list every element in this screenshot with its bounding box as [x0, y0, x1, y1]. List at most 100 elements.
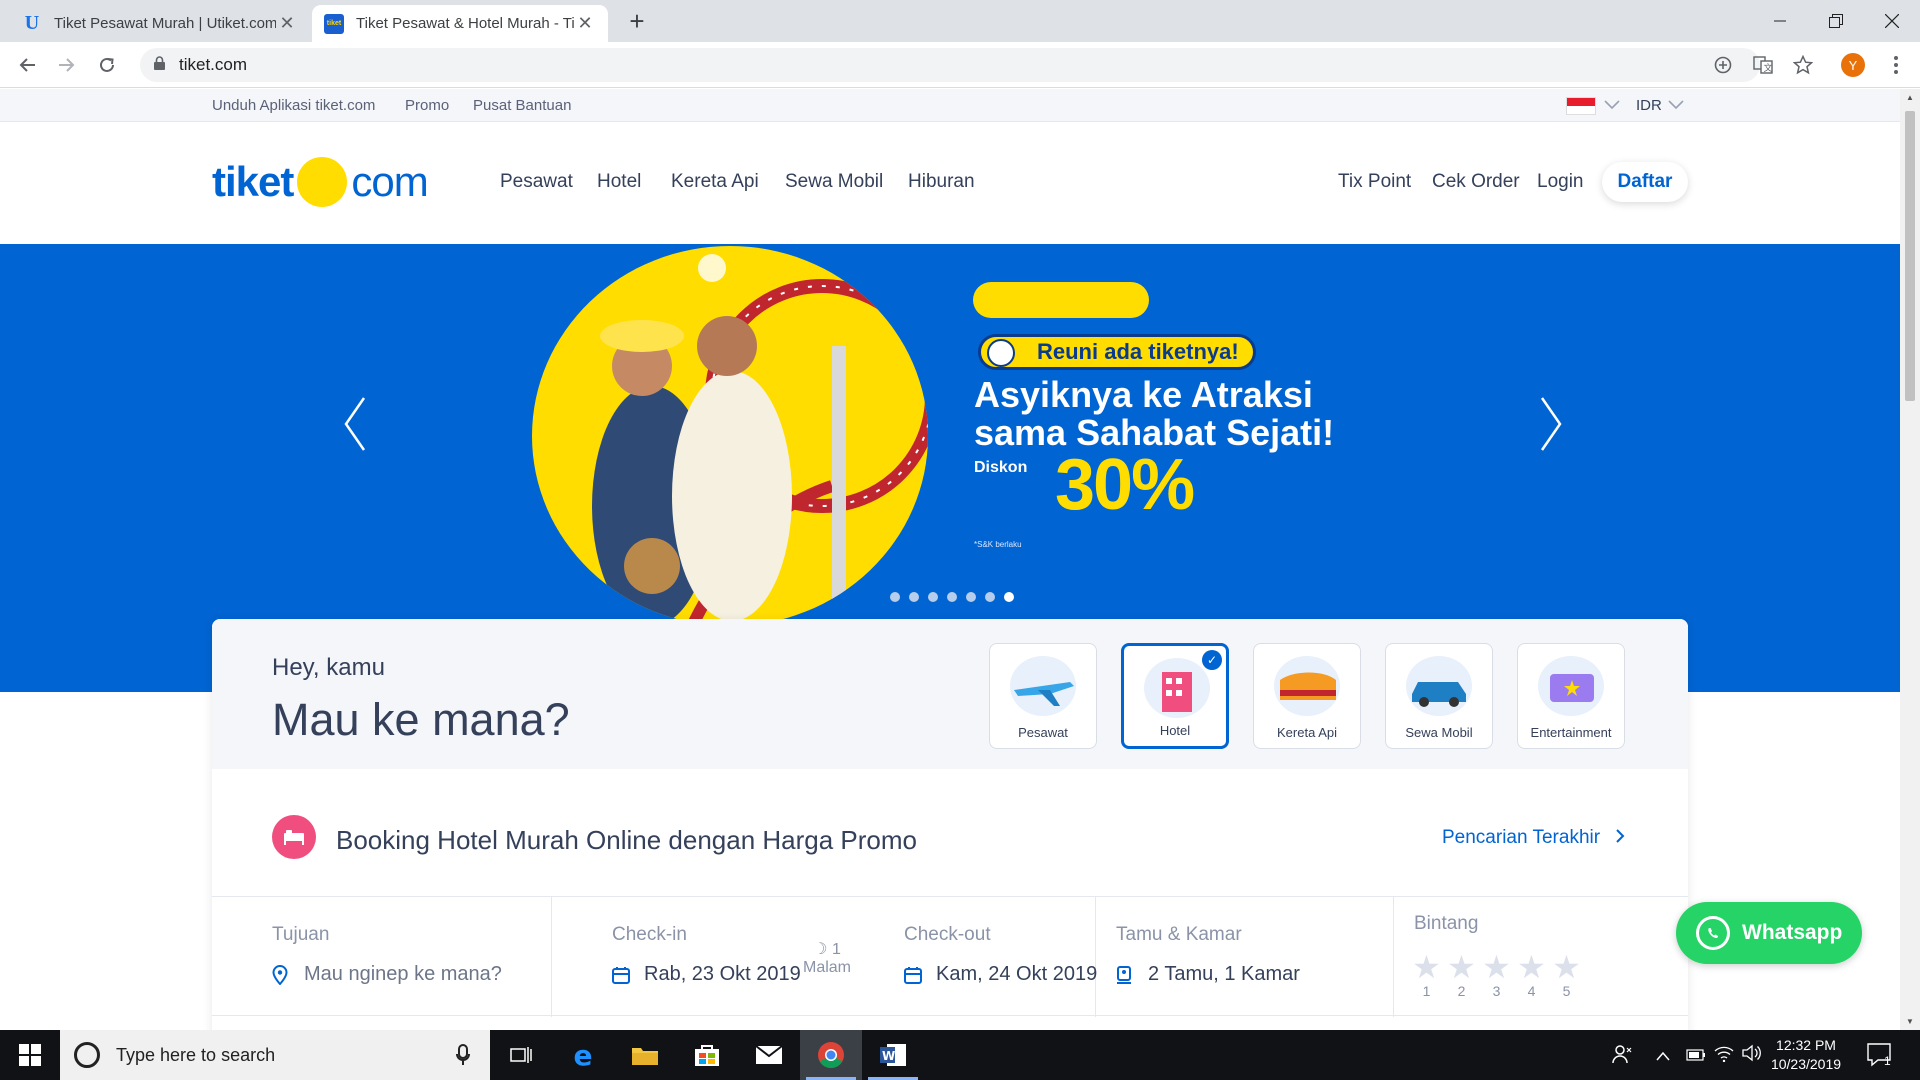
clock-date: 10/23/2019 — [1770, 1056, 1842, 1072]
tab-utiket[interactable]: U Tiket Pesawat Murah | Utiket.com ✕ — [10, 5, 310, 42]
folder-icon — [632, 1048, 658, 1065]
install-icon[interactable] — [1708, 50, 1738, 80]
people-icon[interactable] — [1612, 1044, 1632, 1067]
chrome-app[interactable] — [800, 1030, 862, 1080]
reload-button[interactable] — [92, 50, 122, 80]
scroll-up-arrow-icon[interactable]: ▲ — [1905, 93, 1915, 102]
edge-app[interactable]: e — [552, 1030, 614, 1080]
whatsapp-label: Whatsapp — [1742, 921, 1843, 944]
task-view-button[interactable] — [490, 1030, 552, 1080]
carousel-dot[interactable] — [985, 592, 995, 602]
product-sewa-mobil[interactable]: Sewa Mobil — [1385, 643, 1493, 749]
nav-hotel[interactable]: Hotel — [597, 171, 641, 193]
wifi-icon[interactable] — [1714, 1044, 1734, 1065]
help-center-link[interactable]: Pusat Bantuan — [473, 97, 571, 114]
terms-note: *S&K berlaku — [974, 540, 1022, 549]
word-app[interactable]: W — [862, 1030, 924, 1080]
hotel-search-fields: Tujuan Mau nginep ke mana? Check-in Rab,… — [212, 896, 1688, 1017]
language-chevron-icon[interactable] — [1604, 97, 1620, 114]
star-option-5[interactable]: ★ 5 — [1552, 951, 1581, 999]
star-icon: ★ — [1447, 949, 1476, 985]
new-tab-button[interactable]: + — [622, 6, 652, 36]
star-option-4[interactable]: ★ 4 — [1517, 951, 1546, 999]
nights-value: 1 — [831, 941, 841, 958]
star-option-1[interactable]: ★ 1 — [1412, 951, 1441, 999]
guests-field[interactable]: Tamu & Kamar 2 Tamu, 1 Kamar — [1096, 897, 1394, 1017]
file-explorer-app[interactable] — [614, 1030, 676, 1080]
product-entertainment[interactable]: Entertainment — [1517, 643, 1625, 749]
microphone-icon[interactable] — [456, 1044, 470, 1071]
hero-illustration[interactable] — [532, 246, 928, 626]
close-tab-icon[interactable]: ✕ — [276, 13, 298, 34]
carousel-dot[interactable] — [966, 592, 976, 602]
tiket-logo[interactable]: tiket com — [212, 156, 429, 208]
search-question: Mau ke mana? — [272, 694, 570, 745]
chevron-right-icon — [1615, 827, 1625, 848]
taskbar-clock[interactable]: 12:32 PM 10/23/2019 — [1764, 1036, 1848, 1074]
star-option-2[interactable]: ★ 2 — [1447, 951, 1476, 999]
bookmark-star-icon[interactable] — [1788, 50, 1818, 80]
carousel-dot[interactable] — [890, 592, 900, 602]
currency-chevron-icon[interactable] — [1668, 97, 1684, 114]
page-scrollbar[interactable]: ▲ ▼ — [1900, 89, 1920, 1030]
carousel-dot[interactable] — [947, 592, 957, 602]
restore-button[interactable] — [1808, 0, 1864, 42]
show-hidden-icons-chevron-icon[interactable] — [1656, 1048, 1670, 1064]
action-center-button[interactable]: 1 — [1866, 1042, 1894, 1068]
translate-icon[interactable]: 文 — [1748, 50, 1778, 80]
store-bag-icon — [695, 1045, 719, 1066]
tix-point-link[interactable]: Tix Point — [1338, 171, 1411, 193]
svg-text:W: W — [882, 1049, 895, 1063]
task-view-icon — [510, 1047, 532, 1063]
volume-icon[interactable] — [1742, 1044, 1762, 1065]
checkout-value-wrap[interactable]: Kam, 24 Okt 2019 — [904, 963, 1097, 986]
product-hotel[interactable]: ✓ Hotel — [1121, 643, 1229, 749]
star-option-3[interactable]: ★ 3 — [1482, 951, 1511, 999]
profile-avatar[interactable]: Y — [1841, 53, 1865, 77]
train-icon — [1274, 656, 1340, 716]
forward-button[interactable] — [52, 50, 82, 80]
back-button[interactable] — [12, 50, 42, 80]
store-app[interactable] — [676, 1030, 738, 1080]
carousel-prev-button[interactable] — [340, 394, 370, 454]
nav-pesawat[interactable]: Pesawat — [500, 171, 573, 193]
register-button[interactable]: Daftar — [1602, 162, 1688, 202]
product-pesawat[interactable]: Pesawat — [989, 643, 1097, 749]
product-kereta-api[interactable]: Kereta Api — [1253, 643, 1361, 749]
cek-order-link[interactable]: Cek Order — [1432, 171, 1520, 193]
scroll-down-arrow-icon[interactable]: ▼ — [1905, 1017, 1915, 1026]
promo-link[interactable]: Promo — [405, 97, 449, 114]
nav-kereta-api[interactable]: Kereta Api — [671, 171, 759, 193]
carousel-dot[interactable] — [928, 592, 938, 602]
carousel-dot[interactable] — [909, 592, 919, 602]
close-tab-icon[interactable]: ✕ — [574, 13, 596, 34]
destination-input[interactable]: Mau nginep ke mana? — [304, 963, 502, 986]
start-button[interactable] — [0, 1030, 60, 1080]
destination-field[interactable]: Tujuan Mau nginep ke mana? — [212, 897, 552, 1017]
scrollbar-thumb[interactable] — [1905, 111, 1915, 401]
indonesia-flag-icon[interactable] — [1566, 97, 1596, 115]
nav-sewa-mobil[interactable]: Sewa Mobil — [785, 171, 883, 193]
battery-icon[interactable] — [1686, 1048, 1706, 1064]
calendar-icon — [612, 966, 632, 984]
taskbar-search[interactable]: Type here to search — [60, 1030, 490, 1080]
download-app-link[interactable]: Unduh Aplikasi tiket.com — [212, 97, 375, 114]
carousel-next-button[interactable] — [1536, 394, 1566, 454]
minimize-button[interactable] — [1752, 0, 1808, 42]
mail-app[interactable] — [738, 1030, 800, 1080]
airplane-icon — [1010, 656, 1076, 716]
address-bar[interactable]: tiket.com — [140, 48, 1760, 82]
browser-menu-icon[interactable] — [1886, 50, 1906, 80]
currency-selector[interactable]: IDR — [1636, 97, 1662, 114]
checkin-value-wrap[interactable]: Rab, 23 Okt 2019 — [612, 963, 801, 986]
close-window-button[interactable] — [1864, 0, 1920, 42]
nav-hiburan[interactable]: Hiburan — [908, 171, 975, 193]
recent-search-link[interactable]: Pencarian Terakhir — [1442, 827, 1625, 849]
carousel-dot[interactable] — [1004, 592, 1014, 602]
dates-field[interactable]: Check-in Rab, 23 Okt 2019 ☽ 1 Malam Chec… — [552, 897, 1097, 1017]
login-link[interactable]: Login — [1537, 171, 1584, 193]
chrome-icon — [818, 1042, 844, 1069]
tab-tiket[interactable]: tiket Tiket Pesawat & Hotel Murah - Ti ✕ — [312, 5, 608, 42]
star-number: 3 — [1492, 983, 1501, 999]
whatsapp-button[interactable]: Whatsapp — [1676, 902, 1862, 964]
